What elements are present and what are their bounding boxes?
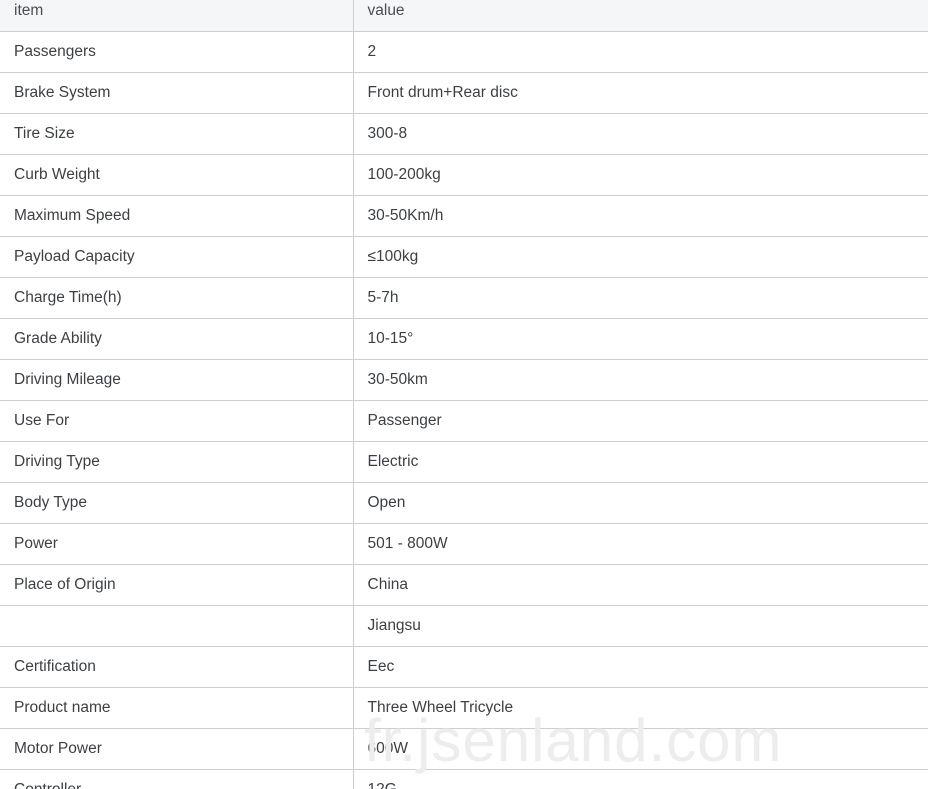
spec-item-label: Product name (0, 687, 354, 729)
table-row: Charge Time(h) 5-7h (0, 277, 928, 319)
spec-item-label: Controller (0, 769, 354, 789)
spec-item-value: ≤100kg (353, 236, 928, 278)
spec-item-value: 30-50km (353, 359, 928, 401)
spec-item-label: Body Type (0, 482, 354, 524)
spec-item-label: Maximum Speed (0, 195, 354, 237)
spec-item-value: 2 (353, 31, 928, 73)
table-row: Certification Eec (0, 646, 928, 688)
spec-item-value: Three Wheel Tricycle (353, 687, 928, 729)
spec-item-label: Passengers (0, 31, 354, 73)
column-header-value: value (353, 0, 928, 32)
table-row: Brake System Front drum+Rear disc (0, 72, 928, 114)
spec-item-value: Passenger (353, 400, 928, 442)
spec-item-value: Front drum+Rear disc (353, 72, 928, 114)
table-row: Body Type Open (0, 482, 928, 524)
column-header-item: item (0, 0, 354, 32)
table-row: Jiangsu (0, 605, 928, 647)
table-row: Use For Passenger (0, 400, 928, 442)
table-row: Grade Ability 10-15° (0, 318, 928, 360)
product-specification-panel: fr.jsenland.com item value Passengers 2 Br… (0, 0, 931, 789)
table-row: Curb Weight 100-200kg (0, 154, 928, 196)
specification-table: item value Passengers 2 Brake System Front … (0, 0, 928, 789)
table-row: Place of Origin China (0, 564, 928, 606)
spec-item-value: 600W (353, 728, 928, 770)
spec-item-label: Use For (0, 400, 354, 442)
spec-item-value: Jiangsu (353, 605, 928, 647)
spec-item-label: Driving Mileage (0, 359, 354, 401)
spec-item-label: Charge Time(h) (0, 277, 354, 319)
spec-item-label: Payload Capacity (0, 236, 354, 278)
spec-item-label: Curb Weight (0, 154, 354, 196)
table-header: item value (0, 0, 928, 32)
spec-item-value: 12G (353, 769, 928, 789)
spec-item-label: Tire Size (0, 113, 354, 155)
spec-item-value: 100-200kg (353, 154, 928, 196)
spec-item-value: Open (353, 482, 928, 524)
table-row: Payload Capacity ≤100kg (0, 236, 928, 278)
spec-item-value: 10-15° (353, 318, 928, 360)
table-row: Controller12G (0, 769, 928, 789)
table-row: Product name Three Wheel Tricycle (0, 687, 928, 729)
table-row: Driving Type Electric (0, 441, 928, 483)
spec-item-label: Grade Ability (0, 318, 354, 360)
spec-item-value: 5-7h (353, 277, 928, 319)
spec-item-value: Eec (353, 646, 928, 688)
table-body: Passengers 2 Brake System Front drum+Rear d… (0, 31, 928, 789)
spec-item-label: Brake System (0, 72, 354, 114)
spec-item-value: 30-50Km/h (353, 195, 928, 237)
spec-item-label: Power (0, 523, 354, 565)
table-row: Power 501 - 800W (0, 523, 928, 565)
spec-item-value: 501 - 800W (353, 523, 928, 565)
table-header-row: item value (0, 0, 928, 32)
spec-item-value: 300-8 (353, 113, 928, 155)
table-row: Tire Size 300-8 (0, 113, 928, 155)
table-row: Driving Mileage 30-50km (0, 359, 928, 401)
spec-item-value: China (353, 564, 928, 606)
spec-item-value: Electric (353, 441, 928, 483)
spec-item-label (0, 605, 354, 647)
table-row: Maximum Speed 30-50Km/h (0, 195, 928, 237)
spec-item-label: Place of Origin (0, 564, 354, 606)
spec-item-label: Motor Power (0, 728, 354, 770)
spec-item-label: Certification (0, 646, 354, 688)
spec-item-label: Driving Type (0, 441, 354, 483)
table-row: Motor Power 600W (0, 728, 928, 770)
table-row: Passengers 2 (0, 31, 928, 73)
